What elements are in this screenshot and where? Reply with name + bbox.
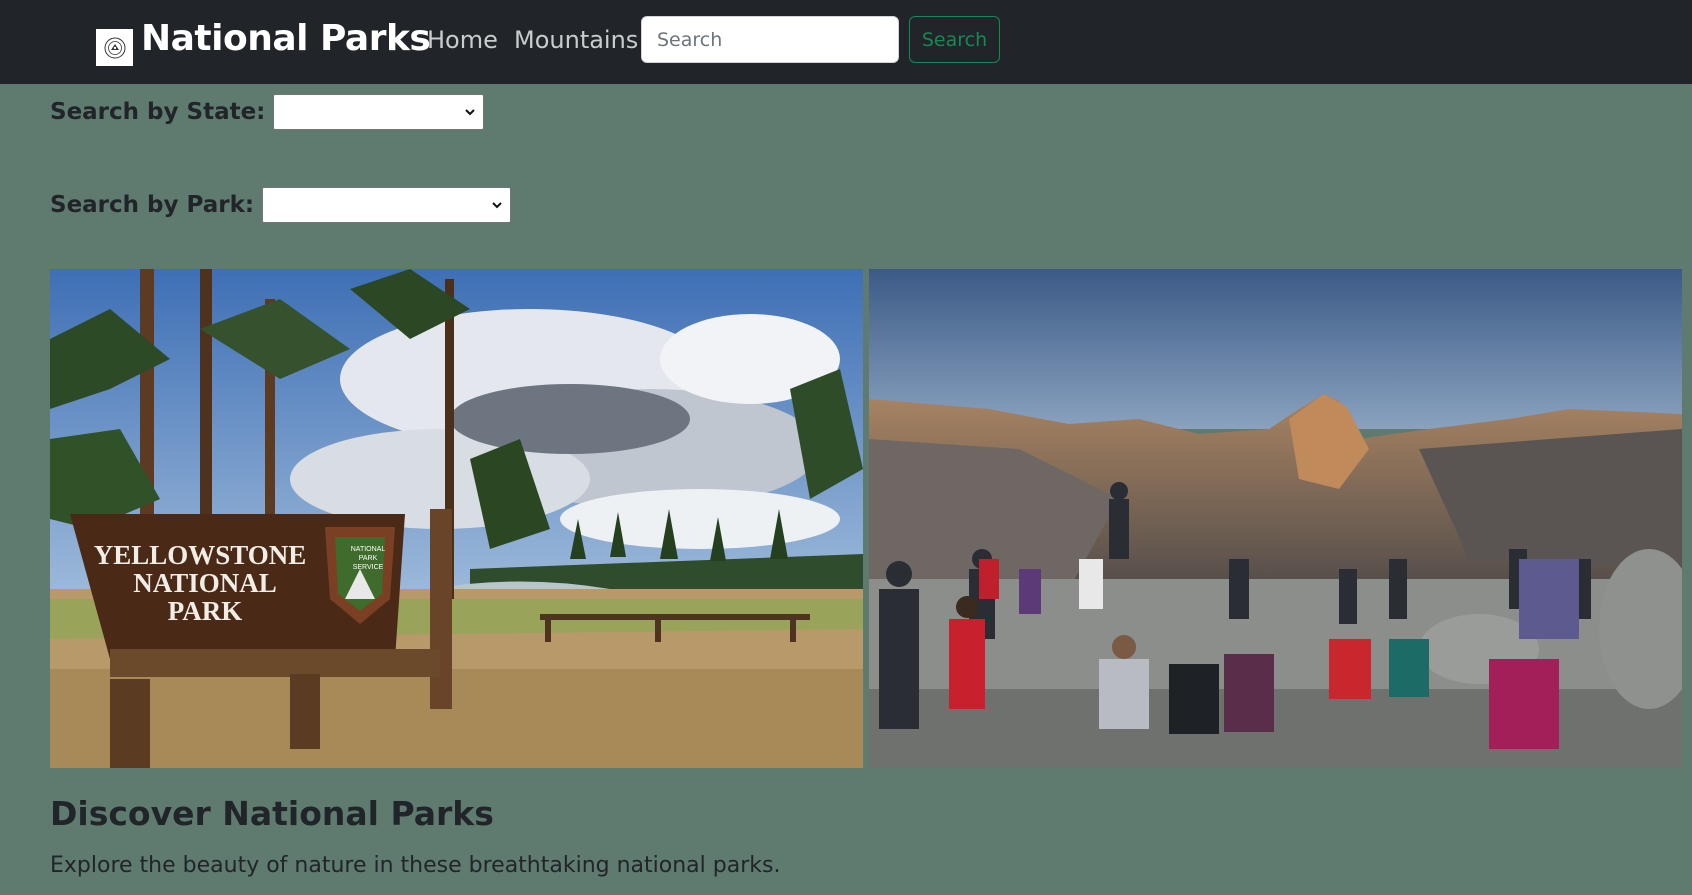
yosemite-overlook-photo (869, 269, 1682, 768)
nps-badge-text-3: SERVICE (353, 564, 384, 571)
chevron-down-icon (465, 109, 476, 116)
search-button[interactable]: Search (909, 16, 1000, 63)
state-select[interactable] (273, 94, 485, 130)
sign-text-line-2: NATIONAL (133, 568, 277, 598)
yellowstone-sign-photo: NATIONAL PARK SERVICE YELLOWSTONE NATION… (50, 269, 863, 768)
page-subtext: Explore the beauty of nature in these br… (50, 853, 781, 878)
state-filter: Search by State: (50, 94, 485, 130)
sign-text-line-3: PARK (168, 596, 243, 626)
state-filter-label: Search by State: (50, 99, 266, 125)
nps-badge-text-2: PARK (359, 555, 378, 562)
brand-logo-icon[interactable] (96, 29, 133, 66)
chevron-down-icon (492, 202, 502, 209)
search-input[interactable] (641, 16, 899, 63)
park-filter-label: Search by Park: (50, 192, 255, 218)
sign-text-line-1: YELLOWSTONE (94, 540, 307, 570)
top-navbar: National Parks Home Mountains Search (0, 0, 1692, 84)
nav-link-mountains[interactable]: Mountains (514, 26, 638, 54)
nav-link-home[interactable]: Home (427, 26, 498, 54)
park-filter: Search by Park: (50, 187, 512, 223)
brand-name[interactable]: National Parks (141, 18, 431, 59)
nps-badge-text-1: NATIONAL (351, 546, 386, 553)
park-select[interactable] (262, 187, 512, 223)
page-heading: Discover National Parks (50, 794, 494, 833)
